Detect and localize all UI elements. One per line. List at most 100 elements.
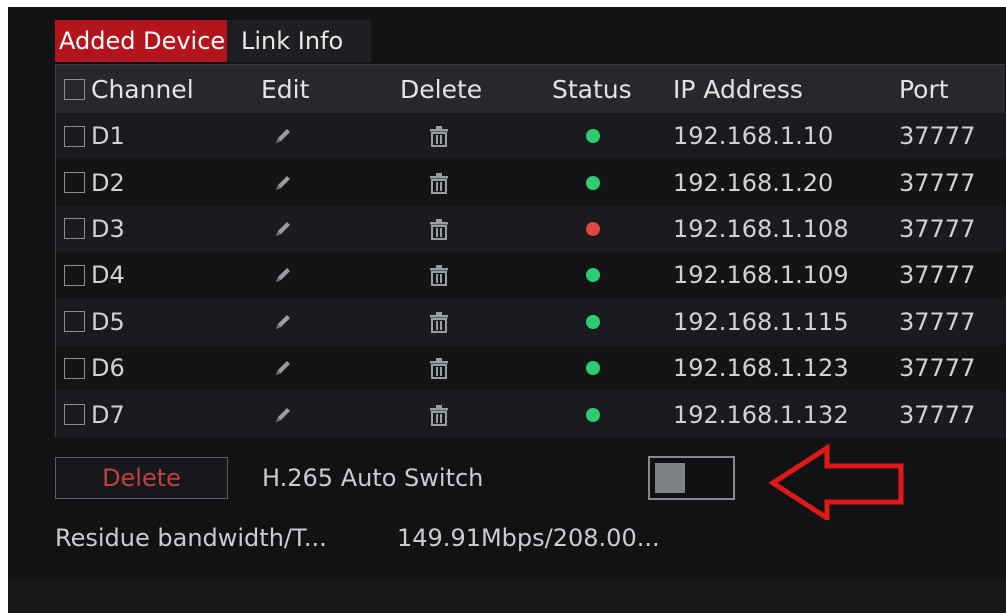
row-checkbox[interactable] [64, 125, 85, 147]
channel-label: D6 [91, 354, 125, 383]
delete-cell [426, 345, 452, 391]
channel-cell: D7 [64, 391, 125, 437]
pencil-icon[interactable] [270, 262, 296, 288]
channel-cell: D2 [64, 159, 125, 205]
delete-button[interactable]: Delete [55, 457, 228, 499]
toggle-knob [655, 463, 685, 493]
port-cell: 37777 [899, 354, 976, 383]
edit-cell [270, 206, 296, 252]
row-checkbox[interactable] [64, 404, 85, 426]
delete-cell [426, 299, 452, 345]
channel-cell: D3 [64, 206, 125, 252]
status-dot [586, 175, 600, 190]
pencil-icon[interactable] [270, 123, 296, 149]
table-row[interactable]: D4 192.168.1.109 37777 [56, 252, 1005, 299]
header-delete: Delete [400, 74, 483, 104]
table-row[interactable]: D5 192.168.1.115 37777 [56, 298, 1005, 345]
status-cell [586, 345, 600, 391]
h265-auto-switch-toggle[interactable] [648, 456, 735, 500]
status-cell [586, 159, 600, 205]
delete-cell [426, 113, 452, 159]
table-row[interactable]: D1 192.168.1.10 37777 [56, 113, 1005, 160]
status-cell [586, 299, 600, 345]
edit-cell [270, 391, 296, 437]
status-cell [586, 113, 600, 159]
header-edit: Edit [261, 74, 310, 104]
status-dot [586, 129, 600, 144]
residue-bandwidth-value: 149.91Mbps/208.00... [397, 524, 660, 552]
status-dot [586, 361, 600, 376]
status-cell [586, 206, 600, 252]
trash-icon[interactable] [426, 262, 452, 288]
header-channel: Channel [64, 65, 194, 113]
row-checkbox[interactable] [64, 172, 85, 194]
h265-auto-switch-label: H.265 Auto Switch [262, 464, 484, 492]
header-status: Status [552, 74, 632, 104]
edit-cell [270, 299, 296, 345]
status-dot [586, 314, 600, 329]
status-dot [586, 407, 600, 422]
channel-label: D2 [91, 168, 125, 197]
edit-cell [270, 345, 296, 391]
ip-address-cell: 192.168.1.108 [673, 214, 849, 243]
tab-bar: Added Device Link Info [55, 20, 371, 62]
trash-icon[interactable] [426, 309, 452, 335]
header-ip-address: IP Address [673, 74, 803, 104]
pencil-icon[interactable] [270, 170, 296, 196]
edit-cell [270, 159, 296, 205]
delete-cell [426, 252, 452, 298]
edit-cell [270, 113, 296, 159]
trash-icon[interactable] [426, 355, 452, 381]
ip-address-cell: 192.168.1.115 [673, 307, 849, 336]
panel-footer-strip [8, 581, 1006, 613]
trash-icon[interactable] [426, 123, 452, 149]
header-channel-label: Channel [91, 74, 194, 104]
channel-cell: D5 [64, 299, 125, 345]
trash-icon[interactable] [426, 216, 452, 242]
edit-cell [270, 252, 296, 298]
port-cell: 37777 [899, 214, 976, 243]
pencil-icon[interactable] [270, 216, 296, 242]
table-row[interactable]: D2 192.168.1.20 37777 [56, 159, 1005, 206]
delete-cell [426, 206, 452, 252]
tab-added-device[interactable]: Added Device [55, 20, 227, 62]
port-cell: 37777 [899, 122, 976, 151]
channel-label: D4 [91, 261, 125, 290]
pencil-icon[interactable] [270, 402, 296, 428]
ip-address-cell: 192.168.1.10 [673, 122, 834, 151]
device-table: Channel Edit Delete Status IP Address Po… [55, 64, 1005, 438]
pencil-icon[interactable] [270, 309, 296, 335]
residue-bandwidth-label: Residue bandwidth/T... [55, 524, 327, 552]
trash-icon[interactable] [426, 170, 452, 196]
port-cell: 37777 [899, 168, 976, 197]
pencil-icon[interactable] [270, 355, 296, 381]
port-cell: 37777 [899, 400, 976, 429]
trash-icon[interactable] [426, 402, 452, 428]
ip-address-cell: 192.168.1.20 [673, 168, 834, 197]
status-cell [586, 252, 600, 298]
row-checkbox[interactable] [64, 357, 85, 379]
channel-label: D3 [91, 214, 125, 243]
ip-address-cell: 192.168.1.132 [673, 400, 849, 429]
delete-cell [426, 159, 452, 205]
table-row[interactable]: D3 192.168.1.108 37777 [56, 205, 1005, 253]
delete-cell [426, 391, 452, 437]
left-arrow-icon [768, 443, 904, 520]
status-cell [586, 391, 600, 437]
header-port: Port [899, 74, 949, 104]
table-row[interactable]: D6 192.168.1.123 37777 [56, 345, 1005, 392]
channel-label: D5 [91, 307, 125, 336]
status-dot [586, 221, 600, 236]
status-dot [586, 268, 600, 283]
row-checkbox[interactable] [64, 311, 85, 333]
select-all-checkbox[interactable] [64, 78, 85, 100]
channel-cell: D1 [64, 113, 125, 159]
row-checkbox[interactable] [64, 264, 85, 286]
row-checkbox[interactable] [64, 218, 85, 240]
channel-cell: D4 [64, 252, 125, 298]
channel-label: D1 [91, 122, 125, 151]
tab-link-info[interactable]: Link Info [227, 20, 371, 62]
port-cell: 37777 [899, 261, 976, 290]
port-cell: 37777 [899, 307, 976, 336]
table-row[interactable]: D7 192.168.1.132 37777 [56, 391, 1005, 438]
